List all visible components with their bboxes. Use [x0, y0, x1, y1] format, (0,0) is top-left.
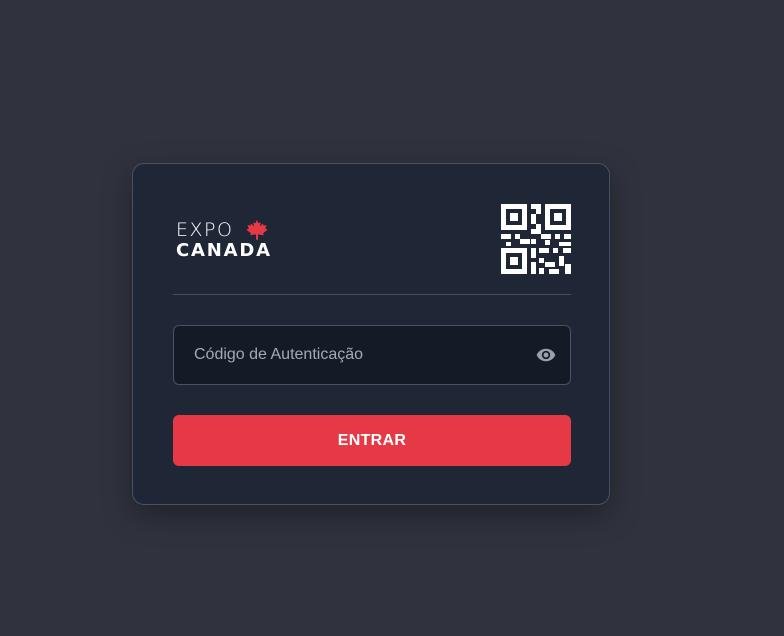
header-divider [173, 294, 571, 295]
eye-icon[interactable] [536, 346, 556, 364]
qr-code-icon[interactable] [501, 204, 571, 274]
login-card: EXPO CANADA ENTRAR [132, 163, 610, 505]
enter-button[interactable]: ENTRAR [173, 415, 571, 466]
auth-code-field-container [173, 325, 571, 385]
maple-leaf-icon [246, 220, 268, 240]
logo-text-expo: EXPO [176, 219, 234, 241]
logo-text-canada: CANADA [176, 240, 272, 261]
auth-code-input[interactable] [174, 326, 514, 384]
expo-canada-logo: EXPO CANADA [176, 219, 286, 263]
